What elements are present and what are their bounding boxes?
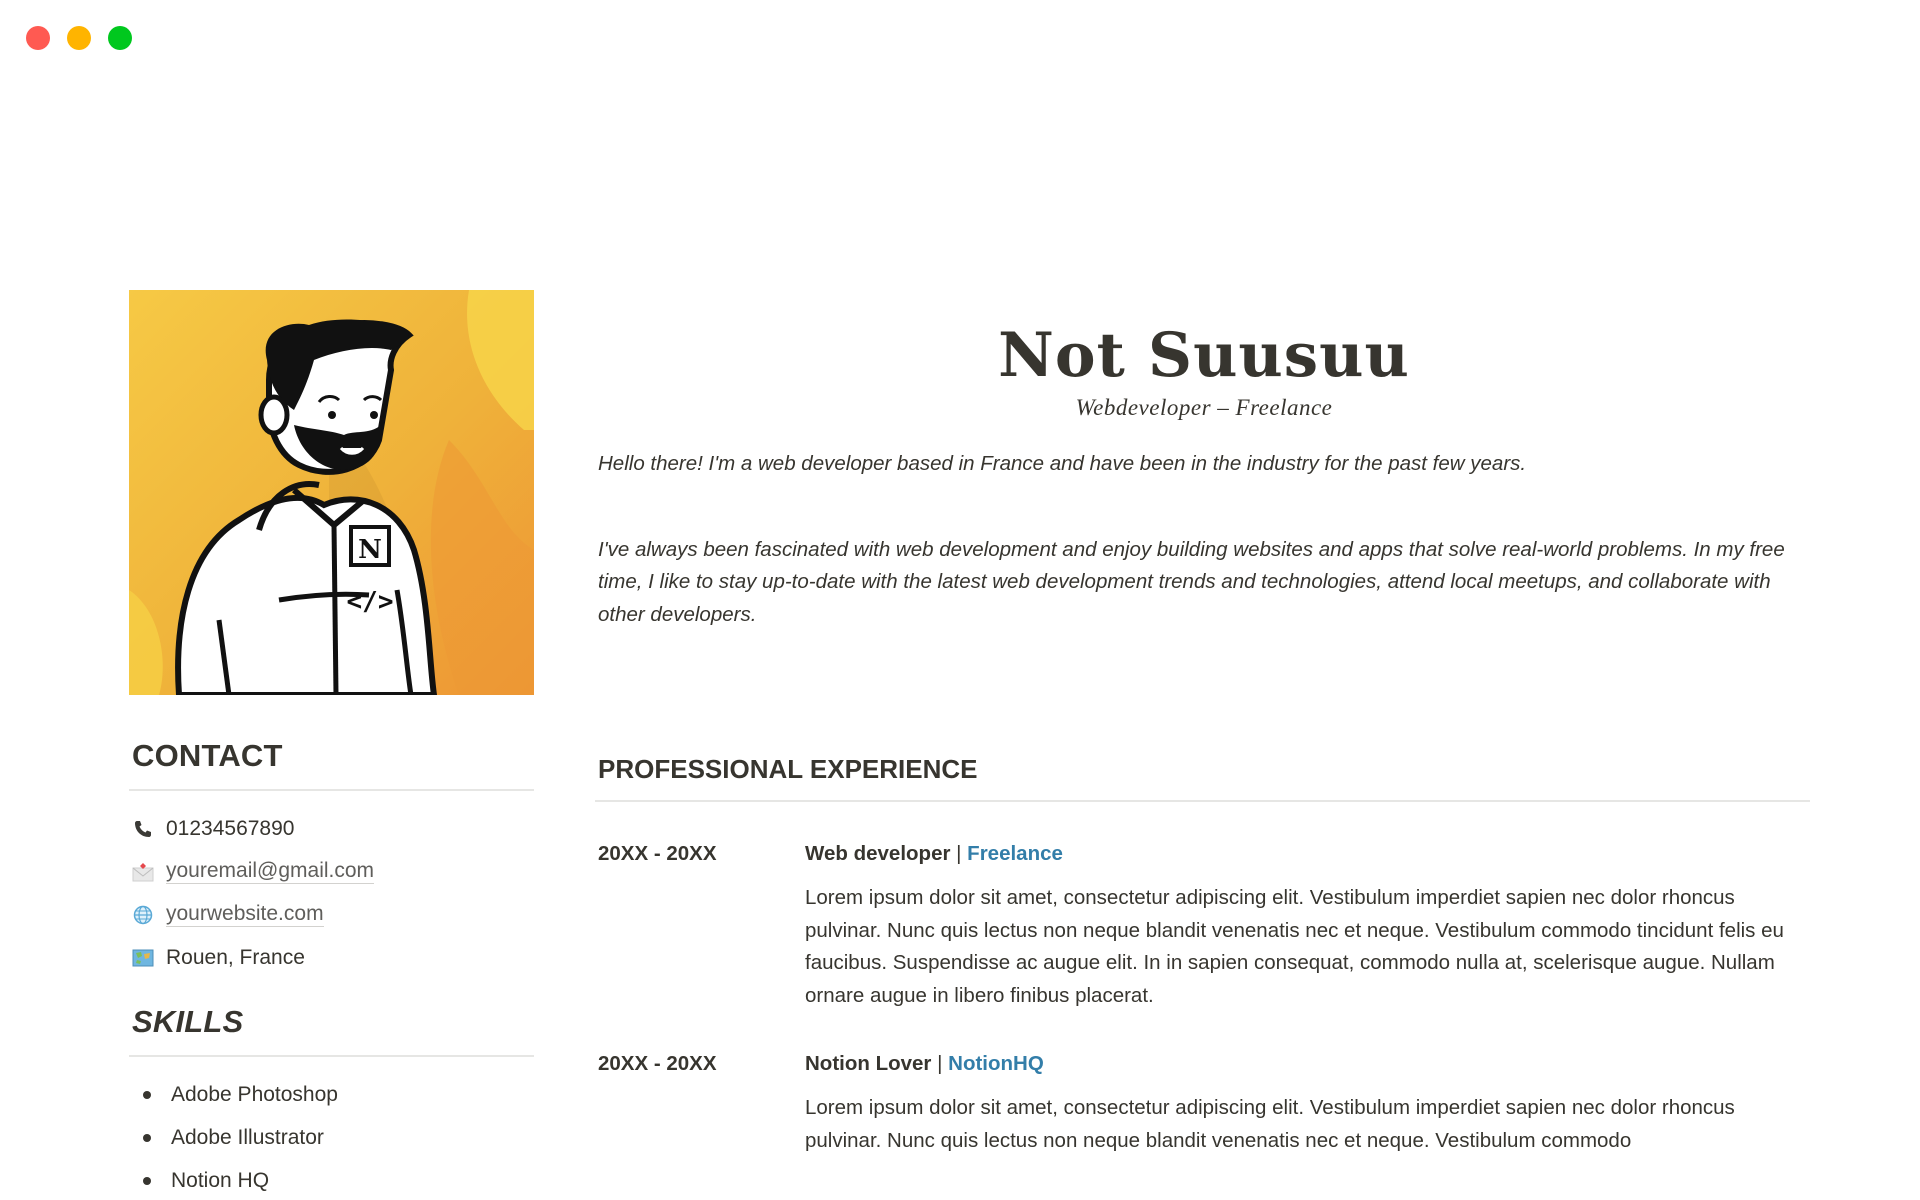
intro-paragraph: Hello there! I'm a web developer based i…: [598, 452, 1527, 475]
job-role: Notion Lover: [805, 1052, 932, 1075]
experience-divider: [595, 800, 1810, 802]
right-column: Not Suusuu Webdeveloper – Freelance Hell…: [595, 320, 1810, 1157]
contact-heading: CONTACT: [132, 738, 283, 773]
window-controls: [26, 26, 132, 50]
skills-heading: SKILLS: [132, 1004, 244, 1039]
job-role: Web developer: [805, 842, 951, 865]
close-window-button[interactable]: [26, 26, 50, 50]
skill-item: Adobe Illustrator: [129, 1116, 534, 1159]
bullet-icon: [143, 1090, 151, 1099]
globe-icon: [132, 904, 154, 926]
contact-website: yourwebsite.com: [129, 893, 534, 936]
job-title: Web developer | Freelance: [805, 842, 1810, 866]
contact-location: Rouen, France: [129, 936, 534, 979]
minimize-window-button[interactable]: [67, 26, 91, 50]
skill-label: Notion HQ: [171, 1168, 270, 1192]
phone-icon: [132, 818, 154, 840]
contact-email: youremail@gmail.com: [129, 850, 534, 893]
skill-label: Adobe Photoshop: [171, 1082, 338, 1106]
profile-name: Not Suusuu: [998, 320, 1410, 391]
job-company-link[interactable]: Freelance: [967, 842, 1063, 865]
envelope-icon: [132, 861, 154, 883]
bullet-icon: [143, 1176, 151, 1185]
experience-heading: PROFESSIONAL EXPERIENCE: [598, 754, 978, 784]
job-description: Lorem ipsum dolor sit amet, consectetur …: [805, 886, 1784, 1007]
job-description: Lorem ipsum dolor sit amet, consectetur …: [805, 1096, 1735, 1152]
map-icon: [132, 947, 154, 969]
job-body: Notion Lover | NotionHQ Lorem ipsum dolo…: [805, 1052, 1810, 1157]
job-title: Notion Lover | NotionHQ: [805, 1052, 1810, 1076]
avatar: N </>: [129, 290, 534, 695]
profile-subtitle: Webdeveloper – Freelance: [1075, 395, 1333, 420]
bullet-icon: [143, 1133, 151, 1142]
job-company-link[interactable]: NotionHQ: [948, 1052, 1044, 1075]
svg-text:N: N: [358, 535, 382, 565]
avatar-illustration-icon: N </>: [129, 290, 534, 695]
left-column: N </> CONTACT 01234567890 youremail@gmai…: [129, 290, 534, 1200]
job-separator: |: [931, 1052, 949, 1075]
job-separator: |: [950, 842, 968, 865]
skills-divider: [129, 1055, 534, 1057]
job-entry: 20XX - 20XX Notion Lover | NotionHQ Lore…: [598, 1052, 1810, 1157]
website-link[interactable]: yourwebsite.com: [166, 902, 324, 927]
phone-number: 01234567890: [166, 816, 295, 840]
maximize-window-button[interactable]: [108, 26, 132, 50]
svg-text:</>: </>: [347, 587, 394, 617]
job-entry: 20XX - 20XX Web developer | Freelance Lo…: [598, 842, 1810, 1012]
job-dates: 20XX - 20XX: [598, 1052, 717, 1075]
job-dates: 20XX - 20XX: [598, 842, 717, 865]
job-body: Web developer | Freelance Lorem ipsum do…: [805, 842, 1810, 1012]
email-link[interactable]: youremail@gmail.com: [166, 859, 375, 884]
skills-list: Adobe Photoshop Adobe Illustrator Notion…: [129, 1073, 534, 1200]
skill-label: Adobe Illustrator: [171, 1125, 324, 1149]
skill-item: Adobe Photoshop: [129, 1073, 534, 1116]
contact-divider: [129, 789, 534, 791]
intro-paragraph: I've always been fascinated with web dev…: [598, 537, 1785, 626]
contact-list: 01234567890 youremail@gmail.com yourwebs…: [129, 807, 534, 979]
contact-phone: 01234567890: [129, 807, 534, 850]
skill-item: Notion HQ: [129, 1159, 534, 1200]
location-text: Rouen, France: [166, 945, 305, 969]
